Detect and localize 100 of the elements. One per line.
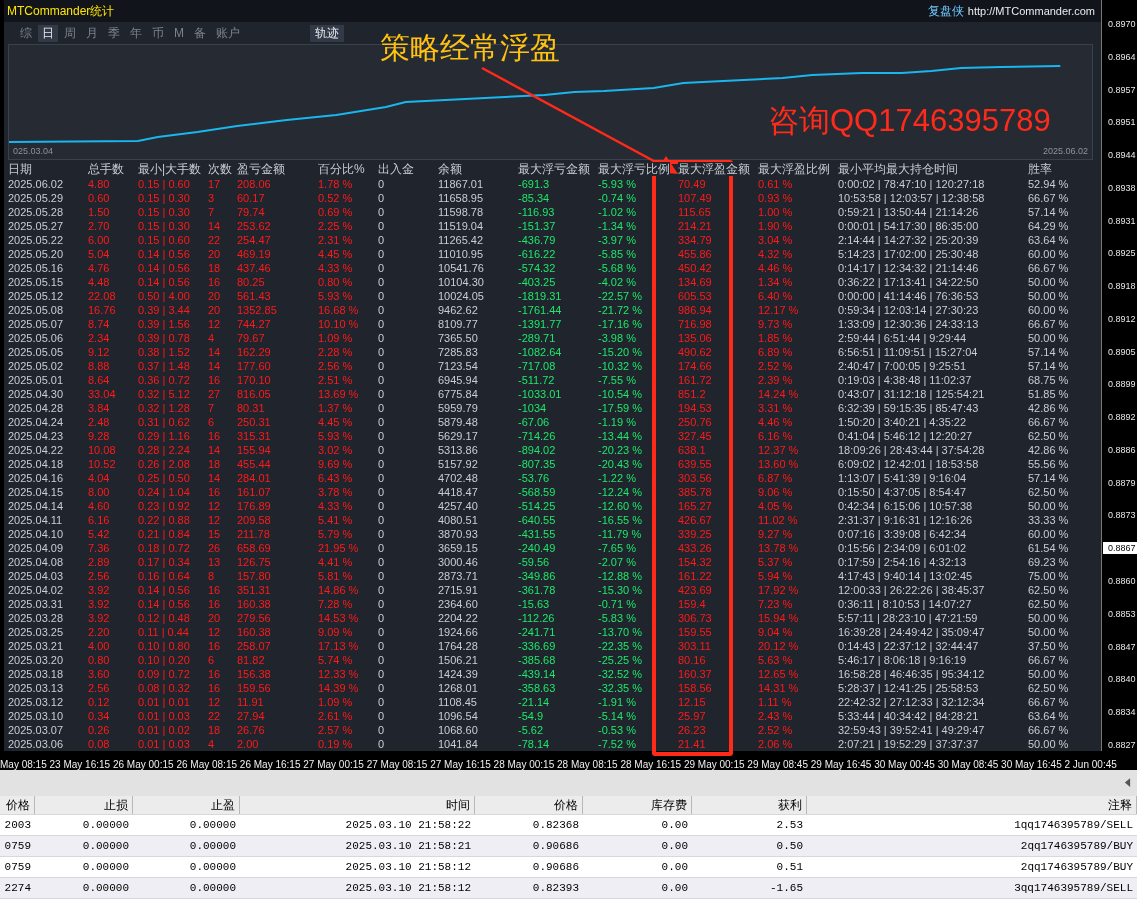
price-label: 0.8892 <box>1107 411 1137 424</box>
table-cell-text: 66.67 % <box>1028 653 1070 667</box>
table-cell-text: 7.28 % <box>318 597 354 611</box>
tab[interactable]: 账户 <box>212 24 244 42</box>
table-cell-text: 0.32 | 1.28 <box>138 401 191 415</box>
table-cell-text: 4.00 <box>88 639 111 653</box>
table-cell-text: 2025.04.10 <box>8 527 65 541</box>
table-cell-text: 339.25 <box>678 527 713 541</box>
table-cell-text: -32.52 % <box>598 667 644 681</box>
track-button[interactable]: 轨迹 <box>310 24 344 42</box>
table-cell-text: 4080.51 <box>438 513 479 527</box>
table-cell-text: 33.04 <box>88 387 117 401</box>
table-cell-text: 2025.03.20 <box>8 653 65 667</box>
table-cell-text: 12.33 % <box>318 667 360 681</box>
table-cell-text: 0.10 | 0.20 <box>138 653 191 667</box>
table-cell-text: 0 <box>378 667 386 681</box>
table-cell-text: 2.61 % <box>318 709 354 723</box>
tab[interactable]: 季 <box>104 24 124 42</box>
tab[interactable]: 备 <box>190 24 210 42</box>
table-cell-text: 42.86 % <box>1028 443 1070 457</box>
table-cell-text: 0.50 | 4.00 <box>138 289 191 303</box>
table-cell-text: 315.31 <box>237 429 272 443</box>
table-cell-text: -361.78 <box>518 583 557 597</box>
table-cell-text: 744.27 <box>237 317 272 331</box>
table-cell-text: -2.07 % <box>598 555 637 569</box>
table-cell-text: 0.00000 <box>188 881 237 896</box>
time-label: 28 May 16:15 <box>620 758 682 770</box>
table-cell-text: 6:09:02 | 12:42:01 | 18:53:58 <box>838 457 980 471</box>
tab[interactable]: 币 <box>148 24 168 42</box>
column-header[interactable]: 时间 <box>240 796 475 814</box>
table-cell-text: 327.45 <box>678 429 713 443</box>
tab[interactable]: 年 <box>126 24 146 42</box>
price-label: 0.8867 <box>1103 542 1137 555</box>
table-cell-text: 1108.45 <box>438 695 478 709</box>
table-cell-text: 2025.05.15 <box>8 275 65 289</box>
time-label: 27 May 00:15 <box>303 758 364 770</box>
table-cell-text: 284.01 <box>237 471 272 485</box>
table-cell-text: 1.78 % <box>318 177 354 191</box>
table-cell-text: 27.94 <box>237 709 266 723</box>
table-cell-text: -1.22 % <box>598 471 637 485</box>
table-cell-text: 16 <box>208 429 222 443</box>
table-cell-text: 16 <box>208 275 222 289</box>
tab[interactable]: 月 <box>82 24 102 42</box>
table-cell-text: 0.82393 <box>531 881 580 896</box>
table-cell-text: 0.17 | 0.34 <box>138 555 191 569</box>
table-cell-text: 5.74 % <box>318 653 354 667</box>
tab[interactable]: 综 <box>16 24 36 42</box>
column-header[interactable]: 价格 <box>0 796 35 814</box>
table-cell-text: 2204.22 <box>438 611 479 625</box>
table-cell-text: 423.69 <box>678 583 713 597</box>
table-cell-text: 0.15 | 0.30 <box>138 191 191 205</box>
table-cell-text: 1352.85 <box>237 303 278 317</box>
column-header[interactable]: 库存费 <box>583 796 692 814</box>
table-cell-text: 10541.76 <box>438 261 485 275</box>
table-cell-text: 9.09 % <box>318 625 354 639</box>
table-cell-text: 9.73 % <box>758 317 794 331</box>
table-cell-text: 11.02 % <box>758 513 799 527</box>
website-link[interactable]: http://MTCommander.com <box>967 5 1095 17</box>
table-cell-text: 469.19 <box>237 247 272 261</box>
table-cell-text: 2025.05.29 <box>8 191 65 205</box>
table-cell-text: 9.69 % <box>318 457 354 471</box>
table-cell-text: -0.71 % <box>598 597 637 611</box>
price-label: 0.8931 <box>1107 214 1137 227</box>
table-cell-text: 0:17:59 | 2:54:16 | 4:32:13 <box>838 555 968 569</box>
column-header[interactable]: 注释 <box>807 796 1137 814</box>
table-cell-text: 5157.92 <box>438 457 479 471</box>
table-cell-text: 11519.04 <box>438 219 485 233</box>
table-cell-text: 0.00000 <box>188 818 237 833</box>
table-cell-text: 14 <box>208 359 222 373</box>
table-cell-text: 2025.03.07 <box>8 723 65 737</box>
table-cell-text: 0.01 | 0.01 <box>138 695 191 709</box>
price-label: 0.8964 <box>1107 50 1137 63</box>
table-cell-text: 0 <box>378 191 386 205</box>
table-cell-text: -67.06 <box>518 415 551 429</box>
table-cell-text: 57.14 % <box>1028 205 1070 219</box>
table-cell-text: 50.00 % <box>1028 331 1070 345</box>
table-cell-text: 55.56 % <box>1028 457 1070 471</box>
table-cell-text: 0.23 | 0.92 <box>138 499 191 513</box>
scroll-left-icon[interactable] <box>1124 778 1131 788</box>
table-cell-text: 161.07 <box>237 485 272 499</box>
column-header[interactable]: 获利 <box>692 796 807 814</box>
column-header[interactable]: 止盈 <box>133 796 240 814</box>
table-cell-text: -431.55 <box>518 527 557 541</box>
table-cell-text: 4.80 <box>88 177 111 191</box>
column-header[interactable]: 价格 <box>475 796 583 814</box>
table-cell-text: -10.54 % <box>598 387 644 401</box>
column-header: 最大浮亏金额 <box>518 162 590 176</box>
column-header[interactable]: 止损 <box>35 796 133 814</box>
tab[interactable]: M <box>170 24 188 42</box>
table-cell-text: 4.46 % <box>758 261 794 275</box>
table-cell-text: 3 <box>208 191 216 205</box>
table-cell-text: 0.22 | 0.88 <box>138 513 191 527</box>
table-cell-text: 80.31 <box>237 401 266 415</box>
tab[interactable]: 周 <box>60 24 80 42</box>
table-cell-text: 2.34 <box>88 331 111 345</box>
table-cell-text: 0.01 | 0.03 <box>138 737 191 751</box>
tab[interactable]: 日 <box>38 24 58 42</box>
table-cell-text: 2.56 <box>88 569 111 583</box>
table-cell-text: 253.62 <box>237 219 272 233</box>
table-cell-text: -20.23 % <box>598 443 644 457</box>
